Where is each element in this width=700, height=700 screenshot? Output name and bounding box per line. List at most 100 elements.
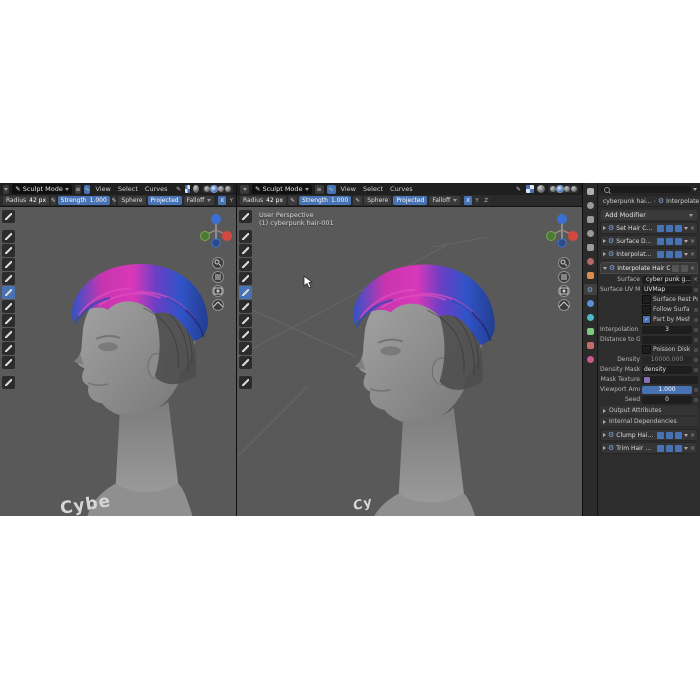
input-attribute-icon[interactable]: [694, 327, 698, 332]
editor-type-icon[interactable]: [240, 184, 249, 194]
modifier-row-interpolate[interactable]: ⚙ Interpolate Hair ... ×: [600, 248, 698, 260]
proportional-edit-icon[interactable]: [526, 185, 534, 193]
sculpt-brush-button-active[interactable]: [2, 286, 15, 299]
collapse-icon[interactable]: [603, 266, 607, 270]
rendered-shading-icon[interactable]: [571, 186, 577, 192]
particle-edit-icon[interactable]: ≡: [74, 184, 82, 194]
symmetry-z-toggle[interactable]: Z: [482, 196, 491, 205]
poisson-checkbox[interactable]: [642, 345, 651, 354]
sculpt-brush-button[interactable]: [239, 314, 252, 327]
add-modifier-button[interactable]: Add Modifier: [601, 210, 697, 220]
sculpt-brush-button[interactable]: [2, 314, 15, 327]
breadcrumb-object[interactable]: cyberpunk hai...: [603, 198, 651, 205]
strength-pressure-icon[interactable]: ✎: [353, 196, 363, 205]
edit-mode-toggle[interactable]: [656, 431, 664, 439]
shading-sphere-icon[interactable]: [193, 185, 199, 193]
sculpt-brush-button[interactable]: [2, 272, 15, 285]
extras-dropdown-icon[interactable]: [683, 252, 688, 256]
render-toggle[interactable]: [674, 224, 682, 232]
falloff-dropdown[interactable]: Falloff: [429, 196, 461, 205]
edit-mode-toggle[interactable]: [656, 237, 664, 245]
sculpt-brush-button-active[interactable]: [239, 286, 252, 299]
close-icon[interactable]: ×: [690, 251, 695, 258]
input-attribute-icon[interactable]: [694, 337, 698, 342]
shading-mode-group[interactable]: [201, 185, 233, 193]
annotate-icon[interactable]: ✎: [514, 185, 523, 194]
annotate-icon[interactable]: ✎: [176, 185, 182, 194]
mode-selector-dropdown[interactable]: ✎ Sculpt Mode: [252, 184, 312, 194]
projected-toggle[interactable]: Projected: [393, 196, 428, 205]
input-attribute-icon[interactable]: [694, 397, 698, 402]
surface-object-field[interactable]: cyber punk g...: [642, 275, 691, 284]
curves-edit-icon[interactable]: ∿: [326, 184, 336, 194]
solid-shading-icon[interactable]: [556, 185, 564, 193]
extras-dropdown-icon[interactable]: [683, 433, 688, 437]
solid-shading-icon[interactable]: [209, 185, 218, 193]
rest-position-checkbox[interactable]: [642, 295, 651, 304]
viewport-amount-slider[interactable]: 1.000: [642, 385, 692, 394]
viewport-nav-gizmo[interactable]: [198, 209, 234, 317]
3d-viewport-right[interactable]: ✎ Sculpt Mode ≡ ∿ View Select Curves ✎ R…: [237, 183, 583, 516]
modifier-name-field[interactable]: Interpolate Hair Curves: [617, 265, 670, 272]
sculpt-brush-button[interactable]: [239, 328, 252, 341]
close-icon[interactable]: ×: [690, 238, 695, 245]
strength-pressure-icon[interactable]: ✎: [111, 196, 117, 205]
close-icon[interactable]: ×: [690, 225, 695, 232]
editor-type-icon[interactable]: [3, 184, 10, 194]
strength-slider[interactable]: Strength 1.000: [57, 196, 110, 205]
wireframe-shading-icon[interactable]: [203, 186, 210, 192]
sculpt-brush-button[interactable]: [239, 376, 252, 389]
symmetry-x-toggle[interactable]: X: [218, 196, 227, 205]
tab-tool[interactable]: [584, 186, 597, 197]
tab-output[interactable]: [584, 214, 597, 225]
tab-render[interactable]: [584, 200, 597, 211]
sculpt-brush-button[interactable]: [239, 342, 252, 355]
strength-slider[interactable]: Strength 1.000: [299, 196, 352, 205]
falloff-dropdown[interactable]: Falloff: [183, 196, 215, 205]
rendered-shading-icon[interactable]: [224, 186, 231, 192]
sculpt-brush-button[interactable]: [2, 230, 15, 243]
realtime-toggle[interactable]: [665, 250, 673, 258]
tab-material[interactable]: [584, 354, 597, 365]
extras-dropdown-icon[interactable]: [683, 226, 688, 230]
tab-object-data[interactable]: [584, 340, 597, 351]
uv-map-field[interactable]: UVMap: [642, 285, 692, 294]
realtime-toggle[interactable]: [665, 444, 673, 452]
extras-dropdown-icon[interactable]: [683, 239, 688, 243]
material-shading-icon[interactable]: [217, 186, 224, 192]
options-dropdown-icon[interactable]: [693, 188, 697, 191]
mask-texture-field[interactable]: [642, 375, 698, 384]
radius-pressure-icon[interactable]: ✎: [51, 196, 56, 205]
tab-scene[interactable]: [584, 242, 597, 253]
interp-value-field[interactable]: 3: [642, 325, 692, 334]
expand-icon[interactable]: [603, 433, 606, 437]
shading-sphere-icon[interactable]: [537, 185, 545, 193]
close-icon[interactable]: ×: [690, 445, 695, 452]
input-attribute-icon[interactable]: [694, 317, 698, 322]
3d-viewport-left[interactable]: ✎ Sculpt Mode ≡ ∿ View Select Curves ✎ R…: [0, 183, 237, 516]
tab-physics[interactable]: [584, 312, 597, 323]
expand-icon[interactable]: [603, 226, 606, 230]
sphere-toggle[interactable]: Sphere: [364, 196, 392, 205]
menu-select[interactable]: Select: [361, 185, 385, 193]
viewport-canvas[interactable]: Cybe: [0, 207, 236, 516]
sculpt-brush-button[interactable]: [239, 244, 252, 257]
input-attribute-icon[interactable]: [694, 287, 698, 292]
realtime-toggle[interactable]: [665, 431, 673, 439]
input-attribute-icon[interactable]: [694, 307, 698, 312]
radius-field[interactable]: Radius 42 px: [240, 196, 287, 205]
edit-mode-toggle[interactable]: [656, 224, 664, 232]
modifier-row-clump[interactable]: ⚙ Clump Hair Curves ×: [600, 429, 698, 441]
render-toggle[interactable]: [674, 431, 682, 439]
input-attribute-icon[interactable]: [694, 387, 698, 392]
expanded-modifier-header[interactable]: ⚙ Interpolate Hair Curves ×: [600, 262, 698, 274]
sculpt-brush-button[interactable]: [239, 272, 252, 285]
sculpt-brush-button[interactable]: [2, 258, 15, 271]
tab-view-layer[interactable]: [584, 228, 597, 239]
density-mask-field[interactable]: density: [642, 365, 692, 374]
sculpt-brush-button[interactable]: [2, 328, 15, 341]
symmetry-x-toggle[interactable]: X: [464, 196, 473, 205]
sculpt-brush-button[interactable]: [239, 300, 252, 313]
render-toggle[interactable]: [674, 444, 682, 452]
sculpt-brush-button[interactable]: [2, 356, 15, 369]
